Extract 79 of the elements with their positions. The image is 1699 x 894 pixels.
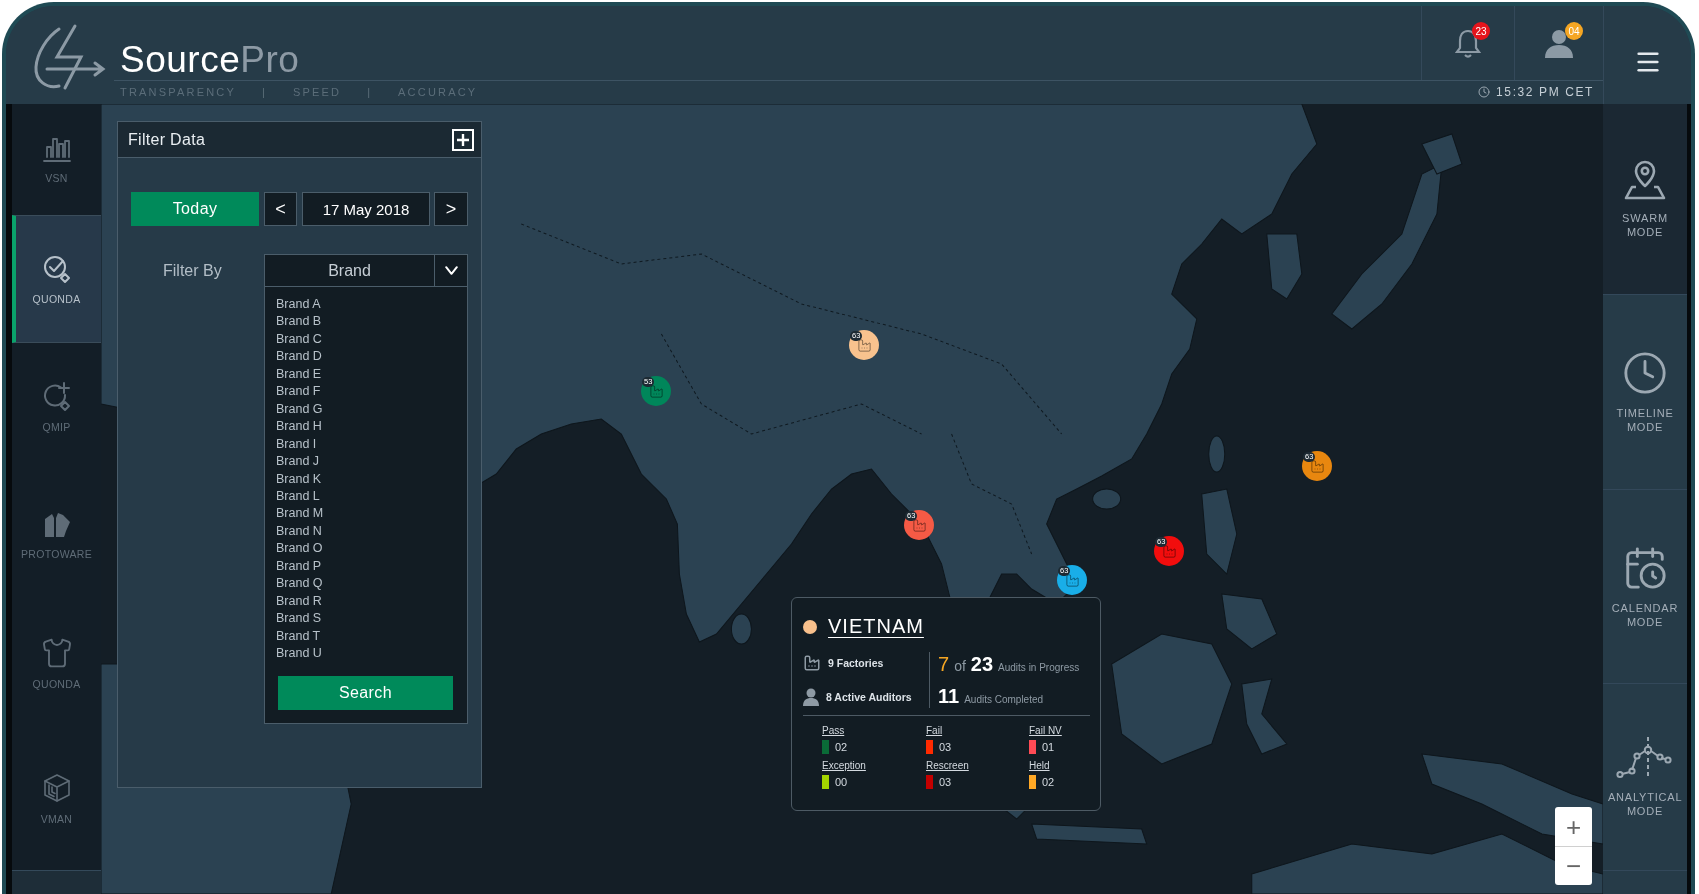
- clock-icon: [1622, 350, 1668, 396]
- brand-option[interactable]: Brand C: [276, 330, 467, 349]
- factory-icon: [1161, 543, 1177, 559]
- shirt-icon: [40, 636, 73, 669]
- status-value: 02: [1042, 776, 1055, 788]
- line-chart-icon: [1615, 736, 1675, 780]
- brand-option[interactable]: Brand I: [276, 435, 467, 454]
- panel-title: Filter Data: [128, 130, 206, 149]
- brand-option[interactable]: Brand A: [276, 296, 467, 314]
- brand-option[interactable]: Brand S: [276, 610, 467, 628]
- factory-icon: [911, 517, 927, 533]
- previous-button[interactable]: <: [264, 192, 297, 226]
- status-link[interactable]: Rescreen: [926, 760, 969, 771]
- search-check-icon: [41, 253, 72, 284]
- clock-icon: [1478, 86, 1491, 98]
- brand-option[interactable]: Brand T: [276, 627, 467, 646]
- notification-badge: 04: [1565, 22, 1583, 40]
- next-button[interactable]: >: [434, 192, 468, 226]
- map-pin-icon: [1623, 159, 1667, 201]
- time-text: 15:32 PM CET: [1496, 85, 1594, 99]
- status-link[interactable]: Pass: [822, 725, 845, 736]
- brand-option[interactable]: Brand D: [276, 348, 467, 366]
- factory-icon: [1064, 572, 1080, 588]
- bar-chart-icon: [41, 135, 72, 163]
- sidebar-tab[interactable]: QUONDA: [12, 215, 101, 343]
- brand-option[interactable]: Brand M: [276, 505, 467, 523]
- brand-option[interactable]: Brand U: [276, 645, 467, 663]
- status-value: 01: [1042, 741, 1055, 753]
- brand-option[interactable]: Brand G: [276, 400, 467, 419]
- brand-option[interactable]: Brand N: [276, 522, 467, 541]
- status-value: 03: [939, 741, 952, 753]
- factory-icon: [803, 654, 821, 672]
- brand-option[interactable]: Brand B: [276, 313, 467, 331]
- status-value: 00: [835, 776, 848, 788]
- factory-icon: [856, 337, 872, 353]
- garment-pieces-icon: [42, 510, 71, 539]
- search-plus-icon: [41, 381, 72, 412]
- status-link[interactable]: Held: [1029, 760, 1050, 771]
- person-icon: [803, 688, 819, 706]
- status-link[interactable]: Fail NV: [1029, 725, 1062, 736]
- brand-option[interactable]: Brand F: [276, 383, 467, 401]
- zoom-in-button[interactable]: +: [1555, 807, 1592, 846]
- completed-count: 11: [938, 684, 960, 708]
- today-button[interactable]: Today: [131, 192, 259, 226]
- factory-count: 9 Factories: [828, 657, 884, 669]
- total-count: 23: [970, 652, 994, 676]
- brand-option[interactable]: Brand E: [276, 365, 467, 384]
- expand-icon[interactable]: [452, 128, 474, 151]
- brand-dropdown[interactable]: Brand: [264, 254, 468, 287]
- filter-label: Filter By: [162, 260, 223, 281]
- progress-label: Audits in Progress: [998, 662, 1080, 673]
- brand-option[interactable]: Brand R: [276, 592, 467, 611]
- search-button[interactable]: Search: [278, 675, 453, 710]
- connector-text: of: [954, 658, 966, 674]
- status-link[interactable]: Exception: [822, 760, 866, 771]
- date-field[interactable]: 17 May 2018: [302, 192, 430, 226]
- zoom-out-button[interactable]: −: [1555, 846, 1592, 885]
- notification-badge: 23: [1472, 22, 1490, 40]
- status-value: 02: [835, 741, 848, 753]
- separator-text: |: [262, 86, 265, 98]
- brand-option[interactable]: Brand L: [276, 488, 467, 506]
- country-link[interactable]: VIETNAM: [828, 615, 924, 638]
- brand-option[interactable]: Brand P: [276, 557, 467, 576]
- auditor-count: 8 Active Auditors: [826, 691, 912, 703]
- factory-icon: [1309, 458, 1325, 474]
- brand-option[interactable]: Brand H: [276, 418, 467, 436]
- mode-tab[interactable]: SWARM MODE: [1603, 104, 1687, 295]
- status-link[interactable]: Fail: [926, 725, 943, 736]
- separator-text: |: [367, 86, 371, 98]
- status-value: 03: [939, 776, 952, 788]
- completed-label: Audits Completed: [964, 694, 1044, 705]
- factory-icon: [648, 383, 664, 399]
- chevron-down-icon: [444, 266, 458, 275]
- progress-count: 7: [938, 652, 950, 676]
- brand-option[interactable]: Brand J: [276, 453, 467, 471]
- brand-option[interactable]: Brand K: [276, 470, 467, 488]
- brand-option[interactable]: Brand Q: [276, 575, 467, 593]
- logo-text: SourcePro: [120, 41, 300, 78]
- brand-option[interactable]: Brand O: [276, 540, 467, 558]
